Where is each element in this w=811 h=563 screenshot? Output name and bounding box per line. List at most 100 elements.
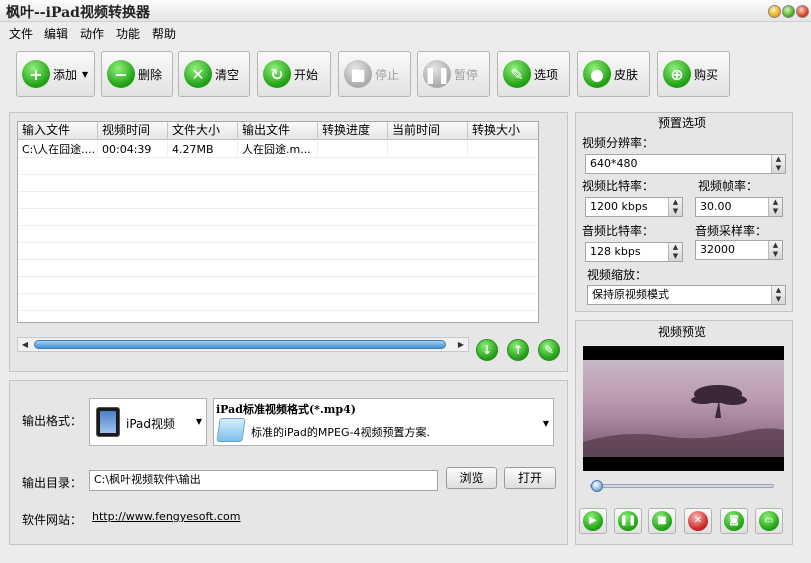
play-icon: ▶	[583, 511, 603, 531]
table-header: 输入文件 视频时间 文件大小 输出文件 转换进度 当前时间 转换大小	[18, 122, 538, 140]
scroll-right-icon[interactable]: ▶	[454, 338, 468, 351]
maximize-button[interactable]	[782, 5, 795, 18]
edit-icon[interactable]: ✎	[538, 339, 560, 361]
menu-file[interactable]: 文件	[9, 25, 33, 42]
cell-duration: 00:04:39	[98, 141, 168, 158]
resolution-select[interactable]: 640*480 ▲ ▼	[585, 154, 786, 174]
menu-action[interactable]: 动作	[80, 25, 104, 42]
preview-frame	[583, 360, 784, 457]
minus-icon: −	[107, 60, 135, 88]
menu-edit[interactable]: 编辑	[44, 25, 68, 42]
table-row-empty	[18, 209, 538, 226]
audio-bitrate-label: 音频比特率：	[582, 224, 655, 238]
table-row-empty	[18, 192, 538, 209]
cell-output-file: 人在囧途.m...	[238, 141, 318, 158]
minimize-button[interactable]	[768, 5, 781, 18]
delete-button[interactable]: − 删除	[101, 51, 173, 97]
refresh-icon: ↻	[263, 60, 291, 88]
move-down-icon[interactable]: ↓	[476, 339, 498, 361]
snapshot-button[interactable]: ◙	[720, 508, 748, 534]
seek-knob[interactable]	[591, 480, 603, 492]
output-dir-field[interactable]: C:\枫叶视频软件\输出	[89, 470, 438, 491]
open-folder-button[interactable]: ▭	[755, 508, 783, 534]
options-button[interactable]: ✎ 选项	[497, 51, 570, 97]
toolbar: + 添加 ▼ − 删除 ✕ 清空 ↻ 开始 ■ 停止 ❚❚ 暂停 ✎ 选项 ● …	[0, 44, 811, 104]
horizontal-scrollbar[interactable]: ◀ ▶	[17, 337, 469, 352]
video-bitrate-select[interactable]: 1200 kbps ▲ ▼	[585, 197, 683, 217]
pause-icon: ❚❚	[618, 511, 638, 531]
table-row-empty	[18, 175, 538, 192]
table-row-empty	[18, 226, 538, 243]
output-format-label: 输出格式：	[22, 414, 83, 428]
move-up-icon[interactable]: ↑	[507, 339, 529, 361]
mute-icon: ✕	[688, 511, 708, 531]
tree-silhouette	[583, 385, 784, 457]
add-button[interactable]: + 添加 ▼	[16, 51, 95, 97]
spin-icon: ▲ ▼	[668, 243, 682, 261]
ipad-icon	[96, 407, 120, 437]
menu-help[interactable]: 帮助	[152, 25, 176, 42]
col-converted-size[interactable]: 转换大小	[468, 122, 538, 140]
col-progress[interactable]: 转换进度	[318, 122, 388, 140]
col-output-file[interactable]: 输出文件	[238, 122, 318, 140]
col-size[interactable]: 文件大小	[168, 122, 238, 140]
camera-icon: ◙	[724, 511, 744, 531]
table-row-empty	[18, 260, 538, 277]
apple-icon: ●	[583, 60, 611, 88]
cell-size: 4.27MB	[168, 141, 238, 158]
browse-button[interactable]: 浏览	[446, 467, 497, 489]
framerate-select[interactable]: 30.00 ▲ ▼	[695, 197, 783, 217]
scroll-thumb[interactable]	[34, 340, 446, 349]
pause-preview-button[interactable]: ❚❚	[614, 508, 642, 534]
pause-icon: ❚❚	[423, 60, 451, 88]
clear-icon: ✕	[184, 60, 212, 88]
scale-select[interactable]: 保持原视频模式 ▲ ▼	[587, 285, 786, 305]
stop-preview-button[interactable]: ■	[648, 508, 676, 534]
audio-bitrate-select[interactable]: 128 kbps ▲ ▼	[585, 242, 683, 262]
seek-track[interactable]	[590, 484, 774, 488]
device-select[interactable]: iPad视频 ▼	[89, 398, 207, 446]
website-label: 软件网站：	[22, 513, 83, 527]
format-select[interactable]: iPad标准视频格式(*.mp4) 标准的iPad的MPEG-4视频预置方案. …	[213, 398, 554, 446]
skin-button[interactable]: ● 皮肤	[577, 51, 650, 97]
website-link[interactable]: http://www.fengyesoft.com	[92, 510, 241, 523]
format-title: iPad标准视频格式(*.mp4)	[216, 403, 356, 416]
samplerate-select[interactable]: 32000 ▲ ▼	[695, 240, 783, 260]
scale-label: 视频缩放：	[587, 268, 648, 282]
cell-current-time	[388, 141, 468, 158]
file-table: 输入文件 视频时间 文件大小 输出文件 转换进度 当前时间 转换大小 C:\人在…	[17, 121, 539, 323]
framerate-label: 视频帧率：	[698, 179, 759, 193]
format-desc: 标准的iPad的MPEG-4视频预置方案.	[251, 426, 430, 439]
scroll-left-icon[interactable]: ◀	[18, 338, 32, 351]
dropdown-arrow-icon: ▼	[542, 419, 549, 428]
pause-button[interactable]: ❚❚ 暂停	[417, 51, 490, 97]
spin-icon: ▲ ▼	[668, 198, 682, 216]
open-button[interactable]: 打开	[504, 467, 556, 489]
col-duration[interactable]: 视频时间	[98, 122, 168, 140]
resolution-label: 视频分辨率：	[582, 136, 655, 150]
cell-input-file: C:\人在囧途....	[18, 141, 98, 158]
table-row-empty	[18, 243, 538, 260]
col-input-file[interactable]: 输入文件	[18, 122, 98, 140]
menu-function[interactable]: 功能	[116, 25, 140, 42]
spin-icon: ▲ ▼	[771, 286, 785, 304]
clear-button[interactable]: ✕ 清空	[178, 51, 250, 97]
cart-icon: ⊕	[663, 60, 691, 88]
stop-button[interactable]: ■ 停止	[338, 51, 411, 97]
title-bar: 枫叶--iPad视频转换器	[0, 0, 811, 22]
col-current-time[interactable]: 当前时间	[388, 122, 468, 140]
cell-converted-size	[468, 141, 538, 158]
start-button[interactable]: ↻ 开始	[257, 51, 331, 97]
play-button[interactable]: ▶	[579, 508, 607, 534]
device-label: iPad视频	[126, 417, 176, 431]
folder-icon: ▭	[759, 511, 779, 531]
buy-button[interactable]: ⊕ 购买	[657, 51, 730, 97]
table-row-empty	[18, 277, 538, 294]
tools-icon: ✎	[503, 60, 531, 88]
samplerate-label: 音频采样率：	[695, 224, 768, 238]
mute-button[interactable]: ✕	[684, 508, 712, 534]
close-button[interactable]	[796, 5, 809, 18]
plus-icon: +	[22, 60, 50, 88]
output-dir-label: 输出目录：	[22, 476, 83, 490]
table-row[interactable]: C:\人在囧途.... 00:04:39 4.27MB 人在囧途.m...	[18, 141, 538, 158]
